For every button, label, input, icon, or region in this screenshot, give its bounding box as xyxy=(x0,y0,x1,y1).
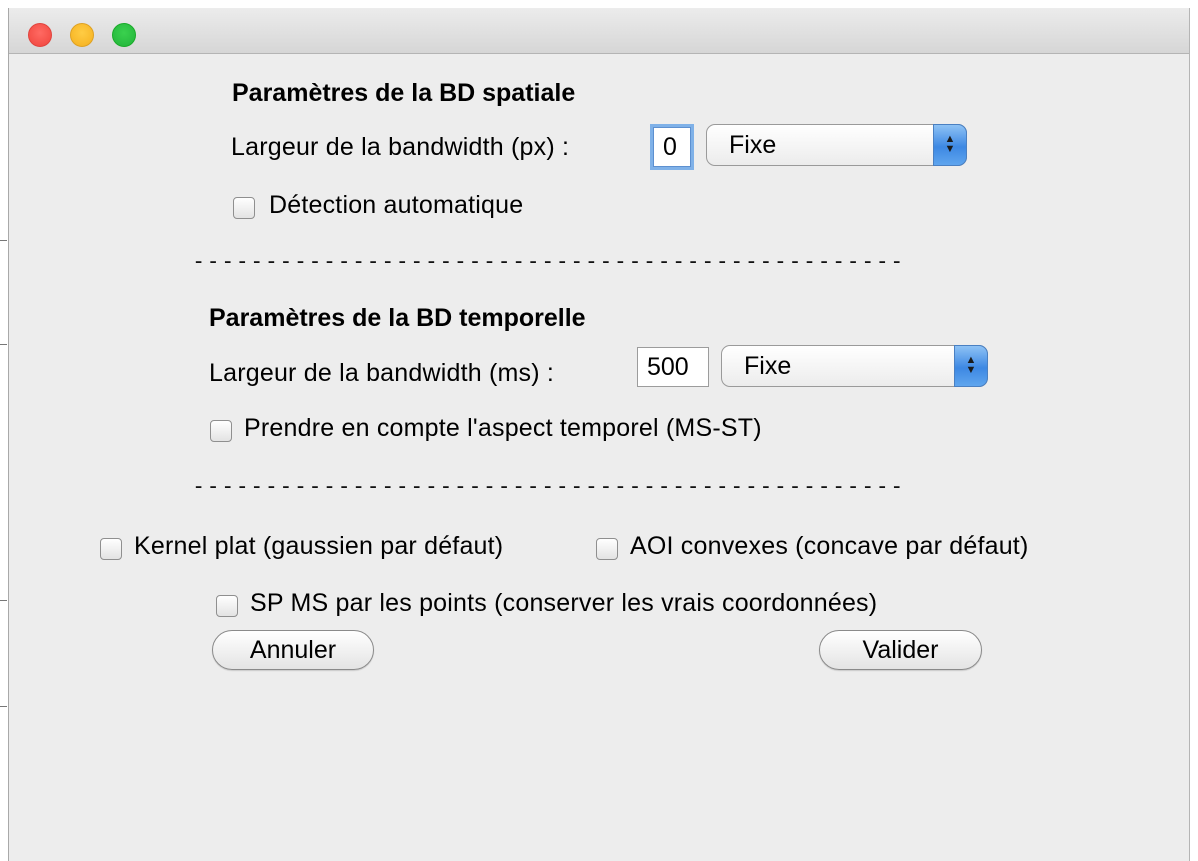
select-arrows-icon: ▲ ▼ xyxy=(933,124,967,166)
close-window-icon[interactable] xyxy=(28,23,52,47)
background-edge-mark xyxy=(0,706,7,707)
kernel-flat-checkbox[interactable] xyxy=(100,538,122,560)
separator-1: ----------------------------------------… xyxy=(192,249,905,274)
minimize-window-icon[interactable] xyxy=(70,23,94,47)
temporal-mode-value: Fixe xyxy=(744,352,792,380)
background-edge-mark xyxy=(0,344,7,345)
auto-detect-checkbox[interactable] xyxy=(233,197,255,219)
temporal-width-input[interactable]: 500 xyxy=(637,347,709,387)
select-arrows-icon: ▲ ▼ xyxy=(954,345,988,387)
spatial-width-input[interactable]: 0 xyxy=(653,127,691,167)
spatial-heading: Paramètres de la BD spatiale xyxy=(232,79,576,107)
temporal-mode-select[interactable]: Fixe ▲ ▼ xyxy=(721,345,988,387)
kernel-flat-label: Kernel plat (gaussien par défaut) xyxy=(134,532,504,560)
mst-checkbox[interactable] xyxy=(210,420,232,442)
validate-button[interactable]: Valider xyxy=(819,630,982,670)
auto-detect-label: Détection automatique xyxy=(269,191,524,219)
title-bar[interactable] xyxy=(9,8,1189,54)
dialog-window: Paramètres de la BD spatiale Largeur de … xyxy=(8,8,1190,861)
cancel-button[interactable]: Annuler xyxy=(212,630,374,670)
temporal-width-label: Largeur de la bandwidth (ms) : xyxy=(209,359,555,387)
aoi-convex-checkbox[interactable] xyxy=(596,538,618,560)
background-edge-mark xyxy=(0,600,7,601)
temporal-heading: Paramètres de la BD temporelle xyxy=(209,304,586,332)
spatial-width-label: Largeur de la bandwidth (px) : xyxy=(231,133,570,161)
mst-label: Prendre en compte l'aspect temporel (MS-… xyxy=(244,414,762,442)
spatial-mode-value: Fixe xyxy=(729,131,777,159)
aoi-convex-label: AOI convexes (concave par défaut) xyxy=(630,532,1029,560)
separator-2: ----------------------------------------… xyxy=(192,474,905,499)
zoom-window-icon[interactable] xyxy=(112,23,136,47)
spatial-mode-select[interactable]: Fixe ▲ ▼ xyxy=(706,124,967,166)
background-edge-mark xyxy=(0,240,7,241)
sp-ms-points-label: SP MS par les points (conserver les vrai… xyxy=(250,589,878,617)
sp-ms-points-checkbox[interactable] xyxy=(216,595,238,617)
